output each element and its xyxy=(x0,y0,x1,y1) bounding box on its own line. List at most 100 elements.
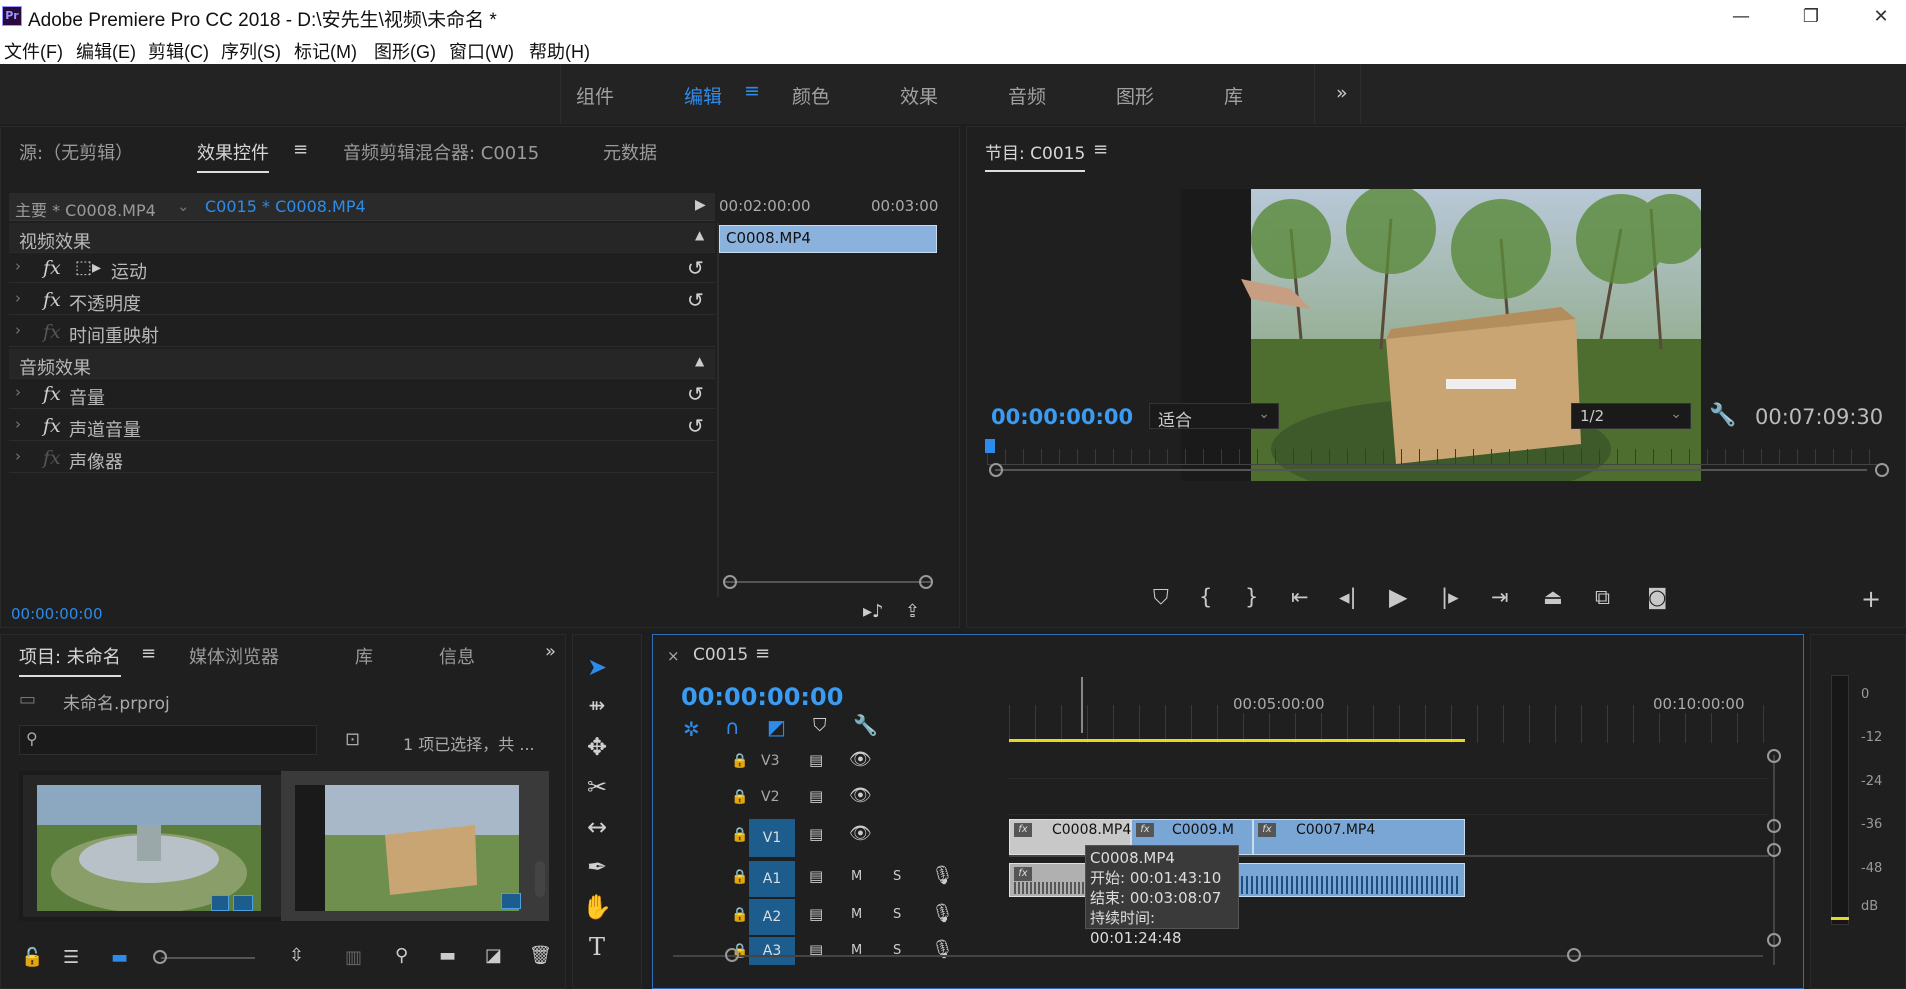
menu-marker[interactable]: 标记(M) xyxy=(294,38,357,64)
close-sequence-icon[interactable]: × xyxy=(667,647,680,665)
go-to-out-icon[interactable]: ⇥ xyxy=(1491,585,1509,609)
transform-icon[interactable]: ⬚▸ xyxy=(75,257,101,278)
lift-icon[interactable]: ⏏ xyxy=(1543,585,1563,609)
panel-menu-icon[interactable]: ≡ xyxy=(293,139,308,160)
chevron-right-icon[interactable]: › xyxy=(15,415,21,433)
step-back-icon[interactable]: ◂| xyxy=(1339,585,1357,609)
eye-icon[interactable]: 👁 xyxy=(849,823,872,844)
track-lane-v2[interactable] xyxy=(1009,783,1769,815)
list-view-icon[interactable]: ☰ xyxy=(63,947,79,968)
work-area-bar[interactable] xyxy=(1009,739,1465,742)
hand-tool-icon[interactable]: ✋ xyxy=(573,893,621,929)
collapse-icon[interactable]: ▲ xyxy=(695,354,704,368)
slip-tool-icon[interactable]: ↔ xyxy=(573,813,621,849)
snap-icon[interactable]: ∩ xyxy=(725,715,740,739)
workspace-assembly[interactable]: 组件 xyxy=(576,82,614,109)
play-icon[interactable]: ▶ xyxy=(1389,583,1407,611)
zoom-slider-handle[interactable] xyxy=(153,950,167,964)
effect-timecode[interactable]: 00:00:00:00 xyxy=(11,605,103,623)
scroll-handle[interactable] xyxy=(1767,749,1781,763)
sync-lock-icon[interactable]: ▤ xyxy=(809,905,823,923)
razor-tool-icon[interactable]: ✂ xyxy=(573,773,621,809)
scroll-handle[interactable] xyxy=(1767,933,1781,947)
zoom-handle[interactable] xyxy=(1875,463,1889,477)
effect-clip-bar[interactable]: C0008.MP4 xyxy=(719,225,937,253)
wrench-icon[interactable]: 🔧 xyxy=(1709,403,1736,428)
panel-menu-icon[interactable]: ≡ xyxy=(755,643,770,664)
menu-window[interactable]: 窗口(W) xyxy=(449,38,514,64)
panel-menu-icon[interactable]: ≡ xyxy=(141,643,156,664)
pen-tool-icon[interactable]: ✒ xyxy=(573,853,621,889)
automate-icon[interactable]: ▥ xyxy=(345,947,362,968)
workspace-overflow-icon[interactable]: » xyxy=(1336,82,1348,104)
reset-icon[interactable]: ↺ xyxy=(687,256,704,280)
mute-button[interactable]: M xyxy=(851,869,862,884)
track-name-v2[interactable]: V2 xyxy=(761,789,779,805)
workspace-editing[interactable]: 编辑 xyxy=(684,82,722,109)
chevron-right-icon[interactable]: › xyxy=(15,321,21,339)
close-button[interactable]: ✕ xyxy=(1846,0,1906,34)
track-name-v1[interactable]: V1 xyxy=(749,819,795,857)
solo-button[interactable]: S xyxy=(893,907,901,922)
trash-icon[interactable]: 🗑 xyxy=(529,945,552,966)
search-input[interactable]: ⚲ xyxy=(19,725,317,755)
menu-edit[interactable]: 编辑(E) xyxy=(76,38,136,64)
timeline-timecode[interactable]: 00:00:00:00 xyxy=(681,683,843,711)
menu-sequence[interactable]: 序列(S) xyxy=(221,38,281,64)
effect-row-volume[interactable]: › fx 音量 ↺ xyxy=(9,379,715,409)
ripple-edit-tool-icon[interactable]: ✥ xyxy=(573,733,621,769)
fx-icon[interactable]: fx xyxy=(43,289,61,311)
workspace-graphics[interactable]: 图形 xyxy=(1116,82,1154,109)
collapse-icon[interactable]: ▲ xyxy=(695,228,704,242)
workspace-menu-icon[interactable]: ≡ xyxy=(744,80,760,102)
export-icon[interactable]: ⇪ xyxy=(905,601,920,622)
microphone-icon[interactable]: 🎙 xyxy=(931,903,954,924)
linked-selection-icon[interactable]: ◩ xyxy=(767,715,786,739)
fx-icon[interactable]: fx xyxy=(43,383,61,405)
new-item-icon[interactable]: ◪ xyxy=(485,945,502,966)
lock-icon[interactable]: 🔒 xyxy=(731,827,748,843)
add-marker-icon[interactable]: ⛉ xyxy=(813,715,827,736)
timeline-playhead[interactable] xyxy=(1081,677,1083,733)
mark-in-icon[interactable]: { xyxy=(1199,585,1212,609)
add-marker-icon[interactable]: ⛉ xyxy=(1153,585,1169,610)
zoom-handle[interactable] xyxy=(989,463,1003,477)
zoom-scrollbar[interactable] xyxy=(723,581,933,583)
timeline-clip-c0007[interactable]: fx C0007.MP4 xyxy=(1253,819,1465,855)
sync-lock-icon[interactable]: ▤ xyxy=(809,787,823,805)
scroll-handle[interactable] xyxy=(1767,843,1781,857)
track-name-a2[interactable]: A2 xyxy=(749,899,795,935)
selection-tool-icon[interactable]: ➤ xyxy=(573,653,621,689)
overflow-icon[interactable]: » xyxy=(545,641,556,662)
reset-icon[interactable]: ↺ xyxy=(687,288,704,312)
lock-icon[interactable]: 🔒 xyxy=(731,869,748,885)
new-bin-icon[interactable]: ▬ xyxy=(439,945,456,966)
thumbnail-c0008[interactable] xyxy=(281,771,549,921)
chevron-right-icon[interactable]: › xyxy=(15,447,21,465)
microphone-icon[interactable]: 🎙 xyxy=(931,865,954,886)
effect-row-motion[interactable]: › fx ⬚▸ 运动 ↺ xyxy=(9,253,715,283)
lock-icon[interactable]: 🔒 xyxy=(731,789,748,805)
scroll-handle[interactable] xyxy=(1767,819,1781,833)
menu-file[interactable]: 文件(F) xyxy=(4,38,63,64)
program-timecode[interactable]: 00:00:00:00 xyxy=(991,405,1133,429)
go-to-in-icon[interactable]: ⇤ xyxy=(1291,585,1309,609)
lock-icon[interactable]: 🔒 xyxy=(731,907,748,923)
sync-lock-icon[interactable]: ▤ xyxy=(809,825,823,843)
scroll-handle[interactable] xyxy=(1567,948,1581,962)
track-name-a3[interactable]: A3 xyxy=(749,937,795,965)
lock-icon[interactable]: 🔓 xyxy=(21,947,43,968)
reset-icon[interactable]: ↺ xyxy=(687,414,704,438)
play-audio-icon[interactable]: ▸♪ xyxy=(863,601,884,622)
fx-icon[interactable]: fx xyxy=(43,257,61,279)
track-lane-v3[interactable] xyxy=(1009,747,1769,779)
program-zoom-bar[interactable] xyxy=(995,469,1867,471)
chevron-right-icon[interactable]: › xyxy=(15,257,21,275)
find-icon[interactable]: ⚲ xyxy=(395,945,408,966)
workspace-audio[interactable]: 音频 xyxy=(1008,82,1046,109)
effect-row-time-remap[interactable]: › fx 时间重映射 xyxy=(9,317,715,347)
zoom-slider[interactable] xyxy=(161,957,255,959)
sync-lock-icon[interactable]: ▤ xyxy=(809,867,823,885)
workspace-libraries[interactable]: 库 xyxy=(1224,82,1243,109)
track-name-a1[interactable]: A1 xyxy=(749,861,795,897)
